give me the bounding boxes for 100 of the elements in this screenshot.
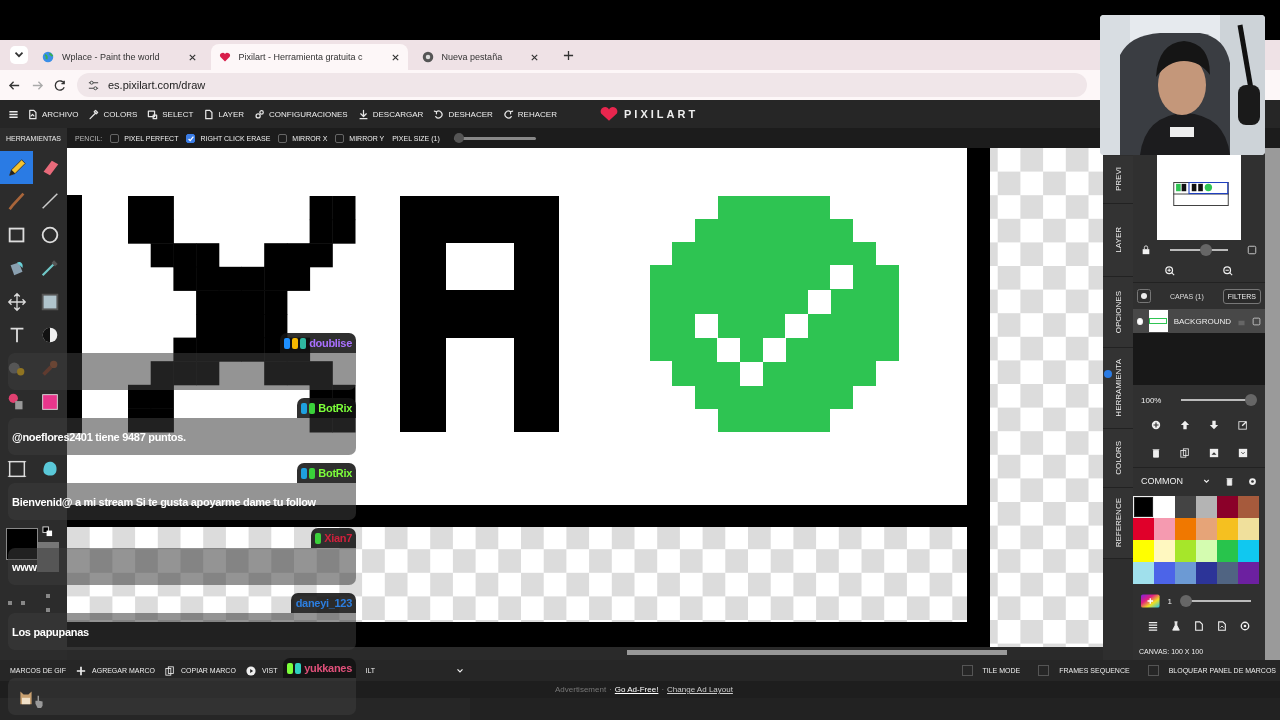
- menu-button[interactable]: CONFIGURACIONES: [252, 108, 350, 120]
- color-swatch[interactable]: [1133, 540, 1154, 562]
- arrow-up-icon[interactable]: [1179, 420, 1190, 430]
- preview-thumbnail: [1173, 182, 1229, 206]
- move-icon: [5, 290, 28, 313]
- secondary-color-swatch[interactable]: [37, 542, 59, 572]
- settings-icon[interactable]: [1137, 289, 1151, 303]
- visibility-dot[interactable]: [1137, 317, 1143, 325]
- list-icon[interactable]: [1147, 621, 1158, 631]
- chat-message: www: [12, 560, 37, 573]
- menu-button[interactable]: LAYER: [201, 108, 246, 120]
- new-tab-icon[interactable]: [563, 49, 575, 61]
- color-swatch[interactable]: [1217, 562, 1238, 584]
- color-swatch[interactable]: [1196, 540, 1217, 562]
- trash-icon[interactable]: [1150, 448, 1161, 458]
- edit-icon[interactable]: [1237, 420, 1248, 430]
- side-tab[interactable]: HERRAMIENTA: [1103, 348, 1133, 429]
- side-tab[interactable]: PREVI: [1103, 156, 1133, 204]
- settings-icon[interactable]: [1248, 476, 1257, 486]
- slider-thumb[interactable]: [1180, 595, 1192, 607]
- checkbox[interactable]: [335, 133, 345, 143]
- menu-button[interactable]: COLORS: [86, 108, 140, 120]
- color-swatch[interactable]: [1175, 496, 1196, 518]
- slider-thumb[interactable]: [1245, 394, 1257, 406]
- side-tab[interactable]: LAYER: [1103, 204, 1133, 277]
- color-swatch[interactable]: [1238, 540, 1259, 562]
- pixel-size-slider[interactable]: [453, 136, 536, 140]
- zoom-in-icon[interactable]: [1165, 266, 1175, 276]
- color-swatch[interactable]: [1196, 518, 1217, 540]
- play-icon: [245, 665, 256, 676]
- color-swatch[interactable]: [1217, 496, 1238, 518]
- target-icon[interactable]: [1240, 621, 1251, 631]
- swap-colors-icon[interactable]: [42, 526, 53, 537]
- chevron-down-icon[interactable]: [10, 46, 28, 64]
- color-swatch[interactable]: [1133, 518, 1154, 540]
- color-swatch[interactable]: [1238, 518, 1259, 540]
- menu-button[interactable]: ARCHIVO: [25, 108, 81, 120]
- ad-link[interactable]: Change Ad Layout: [667, 685, 733, 694]
- primary-color-swatch[interactable]: [6, 528, 38, 560]
- color-swatch[interactable]: [1133, 496, 1154, 518]
- ad-link[interactable]: Go Ad-Free!: [614, 685, 659, 694]
- color-swatch[interactable]: [1154, 540, 1175, 562]
- color-swatch[interactable]: [1238, 562, 1259, 584]
- browser-tab[interactable]: Nueva pestaña: [413, 44, 548, 70]
- slider-thumb[interactable]: [1199, 244, 1212, 256]
- color-swatch[interactable]: [1196, 562, 1217, 584]
- app-logo[interactable]: PIXILART: [624, 108, 699, 120]
- arrow-down-icon[interactable]: [1208, 420, 1219, 430]
- menu-button[interactable]: SELECT: [145, 108, 196, 120]
- color-swatch[interactable]: [1175, 518, 1196, 540]
- image-icon[interactable]: [1208, 448, 1219, 458]
- close-icon[interactable]: [530, 52, 540, 62]
- color-picker-icon[interactable]: [1141, 594, 1160, 608]
- close-icon[interactable]: [390, 52, 400, 62]
- chat-username: BotRix: [318, 402, 352, 414]
- square-icon[interactable]: [1247, 245, 1257, 255]
- color-swatch[interactable]: [1217, 518, 1238, 540]
- file-icon[interactable]: [1217, 621, 1228, 631]
- color-swatch[interactable]: [1133, 562, 1154, 584]
- scrollbar-thumb[interactable]: [627, 650, 1007, 655]
- color-swatch[interactable]: [1217, 540, 1238, 562]
- color-swatch[interactable]: [1154, 518, 1175, 540]
- reload-icon[interactable]: [54, 78, 67, 92]
- checkbox[interactable]: [186, 133, 196, 143]
- color-swatch[interactable]: [1175, 562, 1196, 584]
- menu-button[interactable]: DESHACER: [431, 108, 495, 120]
- checkbox[interactable]: [278, 133, 288, 143]
- zoom-out-icon[interactable]: [1223, 266, 1233, 276]
- color-swatch[interactable]: [1154, 562, 1175, 584]
- archive-icon[interactable]: [1237, 448, 1248, 458]
- address-field[interactable]: es.pixilart.com/draw: [77, 73, 1087, 97]
- side-tab[interactable]: REFERENCE: [1103, 488, 1133, 559]
- side-tab[interactable]: COLORS: [1103, 429, 1133, 488]
- chat-username: yukkanes: [304, 662, 352, 674]
- close-icon[interactable]: [187, 52, 197, 62]
- color-swatch[interactable]: [1196, 496, 1217, 518]
- color-swatch[interactable]: [1175, 540, 1196, 562]
- color-swatch[interactable]: [1154, 496, 1175, 518]
- side-tab[interactable]: OPCIONES: [1103, 277, 1133, 348]
- slider-thumb[interactable]: [453, 132, 464, 143]
- checkbox[interactable]: [1147, 665, 1159, 676]
- checkbox[interactable]: [961, 665, 973, 676]
- lock-icon[interactable]: [1141, 245, 1151, 255]
- palette-name[interactable]: COMMON: [1141, 476, 1188, 486]
- file-icon[interactable]: [1193, 621, 1204, 631]
- trash-icon[interactable]: [1225, 476, 1234, 486]
- menu-button[interactable]: REHACER: [500, 108, 559, 120]
- menu-button[interactable]: DESCARGAR: [355, 108, 426, 120]
- checkbox[interactable]: [1038, 665, 1050, 676]
- menu-icon[interactable]: [8, 108, 19, 120]
- browser-tab[interactable]: Wplace - Paint the world: [34, 44, 205, 70]
- square-icon[interactable]: [1252, 316, 1261, 326]
- browser-tab[interactable]: Pixilart - Herramienta gratuita c: [210, 44, 408, 70]
- copy-icon[interactable]: [1179, 448, 1190, 458]
- checkbox[interactable]: [110, 133, 120, 143]
- flask-icon[interactable]: [1170, 621, 1181, 631]
- add-icon[interactable]: [1150, 420, 1161, 430]
- color-swatch[interactable]: [1238, 496, 1259, 518]
- layer-row[interactable]: BACKGROUND: [1133, 309, 1265, 333]
- site-settings-icon[interactable]: [87, 78, 100, 92]
